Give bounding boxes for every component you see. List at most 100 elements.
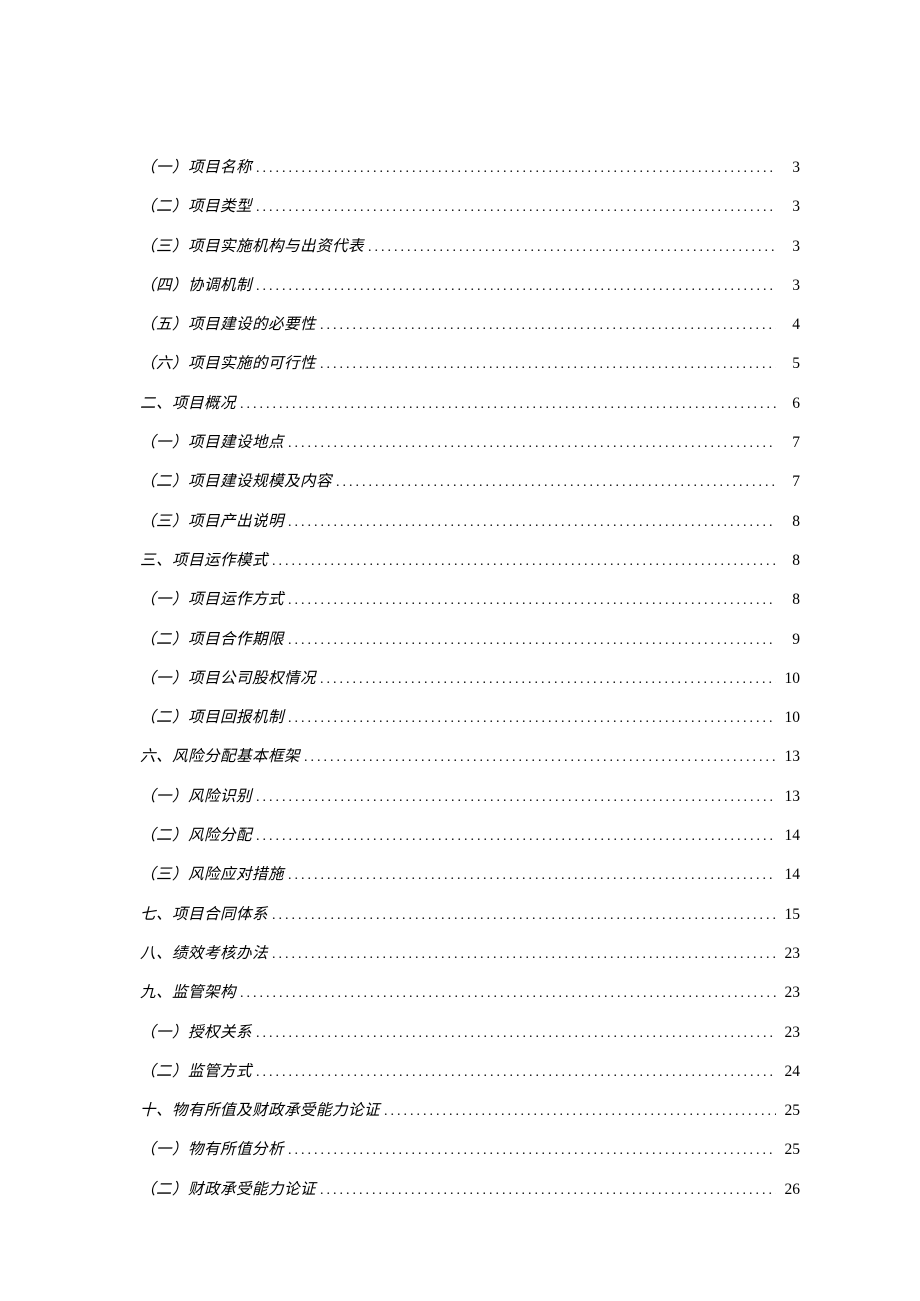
toc-entry: （一）风险识别 13 bbox=[140, 784, 800, 806]
toc-entry-leader bbox=[288, 513, 776, 531]
toc-entry-leader bbox=[256, 1024, 776, 1042]
toc-entry: （四）协调机制 3 bbox=[140, 273, 800, 295]
toc-entry-page: 26 bbox=[780, 1181, 800, 1199]
toc-entry: 十、物有所值及财政承受能力论证 25 bbox=[140, 1098, 800, 1120]
toc-entry-leader bbox=[256, 277, 776, 295]
toc-entry-title: 二、项目概况 bbox=[140, 391, 236, 413]
toc-entry-page: 3 bbox=[780, 277, 800, 295]
toc-entry-page: 15 bbox=[780, 906, 800, 924]
toc-entry: 九、监管架构 23 bbox=[140, 980, 800, 1002]
toc-entry-page: 14 bbox=[780, 827, 800, 845]
toc-entry: （二）项目建设规模及内容 7 bbox=[140, 469, 800, 491]
toc-entry-page: 3 bbox=[780, 238, 800, 256]
toc-entry-page: 8 bbox=[780, 552, 800, 570]
toc-entry-leader bbox=[288, 631, 776, 649]
toc-entry-title: （一）项目名称 bbox=[140, 155, 252, 177]
toc-entry-title: （三）项目实施机构与出资代表 bbox=[140, 234, 364, 256]
toc-entry: 八、绩效考核办法 23 bbox=[140, 941, 800, 963]
toc-entry-page: 8 bbox=[780, 513, 800, 531]
toc-entry-leader bbox=[272, 945, 776, 963]
toc-entry-page: 9 bbox=[780, 631, 800, 649]
toc-entry-page: 23 bbox=[780, 945, 800, 963]
toc-entry-title: 六、风险分配基本框架 bbox=[140, 744, 300, 766]
toc-entry-leader bbox=[288, 591, 776, 609]
toc-entry-page: 8 bbox=[780, 591, 800, 609]
toc-entry-page: 3 bbox=[780, 198, 800, 216]
toc-entry: （一）项目建设地点 7 bbox=[140, 430, 800, 452]
toc-entry: （二）监管方式24 bbox=[140, 1059, 800, 1081]
toc-entry: （三）风险应对措施14 bbox=[140, 862, 800, 884]
toc-entry-page: 7 bbox=[780, 473, 800, 491]
toc-entry-title: 七、项目合同体系 bbox=[140, 902, 268, 924]
toc-entry: （一）项目运作方式 8 bbox=[140, 587, 800, 609]
toc-entry: （三）项目实施机构与出资代表 3 bbox=[140, 234, 800, 256]
toc-entry-leader bbox=[256, 198, 776, 216]
toc-entry-leader bbox=[272, 552, 776, 570]
toc-entry-leader bbox=[336, 473, 776, 491]
toc-entry-leader bbox=[320, 355, 776, 373]
toc-entry-leader bbox=[288, 434, 776, 452]
toc-entry: （二）风险分配 14 bbox=[140, 823, 800, 845]
toc-entry-leader bbox=[256, 159, 776, 177]
toc-entry: 二、项目概况6 bbox=[140, 391, 800, 413]
toc-entry-leader bbox=[304, 748, 776, 766]
toc-entry-leader bbox=[288, 709, 776, 727]
toc-entry: （二）财政承受能力论证 26 bbox=[140, 1177, 800, 1199]
toc-entry: （一）物有所值分析 25 bbox=[140, 1137, 800, 1159]
toc-entry-title: 十、物有所值及财政承受能力论证 bbox=[140, 1098, 380, 1120]
toc-entry-title: （一）授权关系 bbox=[140, 1020, 252, 1042]
toc-entry-title: （二）项目类型 bbox=[140, 194, 252, 216]
toc-entry-title: （二）项目合作期限 bbox=[140, 627, 284, 649]
toc-entry-page: 14 bbox=[780, 866, 800, 884]
toc-entry: （三）项目产出说明 8 bbox=[140, 509, 800, 531]
toc-entry-page: 7 bbox=[780, 434, 800, 452]
toc-entry-title: （二）财政承受能力论证 bbox=[140, 1177, 316, 1199]
toc-entry-leader bbox=[320, 670, 776, 688]
table-of-contents: （一）项目名称3（二）项目类型3（三）项目实施机构与出资代表3（四）协调机制3（… bbox=[140, 155, 800, 1199]
toc-entry-title: （一）风险识别 bbox=[140, 784, 252, 806]
toc-entry: （二）项目回报机制 10 bbox=[140, 705, 800, 727]
toc-entry: 三、项目运作模式 8 bbox=[140, 548, 800, 570]
toc-entry-title: 九、监管架构 bbox=[140, 980, 236, 1002]
toc-entry: （一）项目名称 3 bbox=[140, 155, 800, 177]
toc-entry-leader bbox=[288, 1141, 776, 1159]
toc-entry-title: （二）风险分配 bbox=[140, 823, 252, 845]
toc-entry-title: （一）项目建设地点 bbox=[140, 430, 284, 452]
toc-entry-leader bbox=[240, 984, 776, 1002]
toc-entry-title: （一）项目运作方式 bbox=[140, 587, 284, 609]
toc-entry-leader bbox=[368, 238, 776, 256]
toc-entry-leader bbox=[272, 906, 776, 924]
toc-entry-title: （四）协调机制 bbox=[140, 273, 252, 295]
toc-entry: 六、风险分配基本框架 13 bbox=[140, 744, 800, 766]
toc-entry-page: 23 bbox=[780, 1024, 800, 1042]
toc-entry-title: （五）项目建设的必要性 bbox=[140, 312, 316, 334]
toc-entry-title: （二）项目建设规模及内容 bbox=[140, 469, 332, 491]
toc-entry-page: 10 bbox=[780, 670, 800, 688]
toc-entry: （二）项目类型 3 bbox=[140, 194, 800, 216]
toc-entry-title: （六）项目实施的可行性 bbox=[140, 351, 316, 373]
toc-entry-leader bbox=[288, 866, 776, 884]
toc-entry-page: 3 bbox=[780, 159, 800, 177]
toc-entry-page: 5 bbox=[780, 355, 800, 373]
toc-entry: （二）项目合作期限 9 bbox=[140, 627, 800, 649]
toc-entry-title: （一）项目公司股权情况 bbox=[140, 666, 316, 688]
toc-entry-leader bbox=[256, 788, 776, 806]
toc-entry-title: （二）项目回报机制 bbox=[140, 705, 284, 727]
toc-entry-title: （一）物有所值分析 bbox=[140, 1137, 284, 1159]
toc-entry-page: 25 bbox=[780, 1102, 800, 1120]
toc-entry-page: 25 bbox=[780, 1141, 800, 1159]
toc-entry-leader bbox=[256, 1063, 776, 1081]
toc-entry-page: 23 bbox=[780, 984, 800, 1002]
toc-entry-title: 三、项目运作模式 bbox=[140, 548, 268, 570]
toc-entry-page: 10 bbox=[780, 709, 800, 727]
toc-entry-page: 13 bbox=[780, 788, 800, 806]
toc-entry-page: 13 bbox=[780, 748, 800, 766]
toc-entry: 七、项目合同体系 15 bbox=[140, 902, 800, 924]
toc-entry-page: 4 bbox=[780, 316, 800, 334]
toc-entry-page: 24 bbox=[780, 1063, 800, 1081]
toc-entry-title: （三）项目产出说明 bbox=[140, 509, 284, 531]
toc-entry-leader bbox=[256, 827, 776, 845]
toc-entry-leader bbox=[384, 1102, 776, 1120]
toc-entry-title: 八、绩效考核办法 bbox=[140, 941, 268, 963]
toc-entry: （一）授权关系 23 bbox=[140, 1020, 800, 1042]
